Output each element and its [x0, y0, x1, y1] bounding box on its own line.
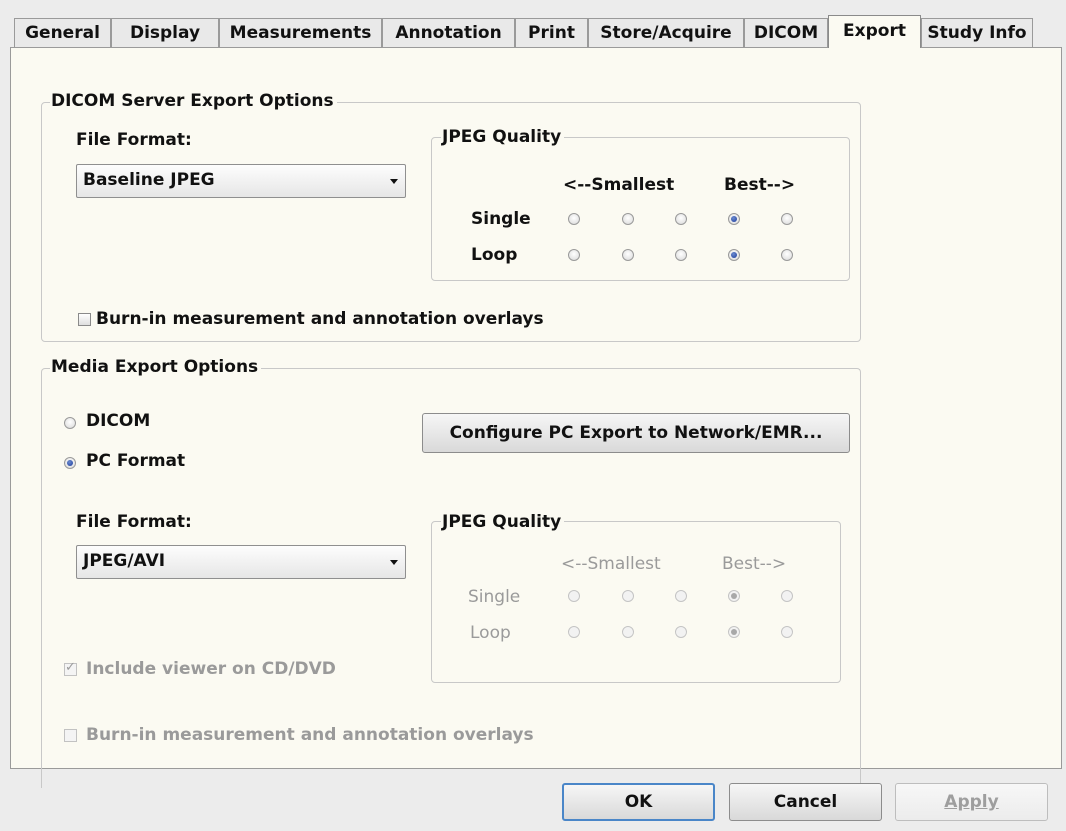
media-loop-quality-2-radio[interactable] [622, 626, 634, 638]
dicom-single-quality-4-radio[interactable] [728, 213, 740, 225]
media-single-quality-2-radio[interactable] [622, 590, 634, 602]
dicom-jpeg-single-label: Single [471, 209, 531, 229]
ok-button[interactable]: OK [562, 783, 715, 821]
media-pc-format-radio[interactable] [64, 457, 76, 469]
media-pc-format-label: PC Format [86, 451, 186, 471]
media-jpeg-smallest-label: <--Smallest [561, 554, 661, 574]
dicom-file-format-value: Baseline JPEG [83, 170, 215, 190]
media-burn-in-label: Burn-in measurement and annotation overl… [86, 725, 534, 745]
apply-button-label: Apply [944, 792, 999, 812]
media-jpeg-quality-title: JPEG Quality [441, 512, 565, 532]
tab-export[interactable]: Export [828, 15, 921, 48]
media-loop-quality-5-radio[interactable] [781, 626, 793, 638]
media-file-format-label: File Format: [76, 512, 192, 532]
media-single-quality-4-radio[interactable] [728, 590, 740, 602]
media-single-quality-5-radio[interactable] [781, 590, 793, 602]
dicom-single-quality-1-radio[interactable] [568, 213, 580, 225]
apply-button[interactable]: Apply [895, 783, 1048, 821]
dicom-file-format-label: File Format: [76, 130, 192, 150]
tab-store-acquire[interactable]: Store/Acquire [588, 18, 744, 47]
media-jpeg-loop-label: Loop [470, 623, 511, 643]
include-viewer-label: Include viewer on CD/DVD [86, 659, 336, 679]
cancel-button[interactable]: Cancel [729, 783, 882, 821]
media-loop-quality-3-radio[interactable] [675, 626, 687, 638]
tab-dicom[interactable]: DICOM [744, 18, 828, 47]
dicom-single-quality-3-radio[interactable] [675, 213, 687, 225]
tab-annotation[interactable]: Annotation [382, 18, 515, 47]
chevron-down-icon [390, 560, 398, 565]
media-export-title: Media Export Options [50, 357, 262, 377]
tab-print[interactable]: Print [515, 18, 588, 47]
chevron-down-icon [390, 179, 398, 184]
configure-pc-export-button[interactable]: Configure PC Export to Network/EMR... [422, 413, 850, 453]
media-dicom-label: DICOM [86, 411, 151, 431]
dicom-jpeg-smallest-label: <--Smallest [563, 175, 675, 195]
media-dicom-radio[interactable] [64, 417, 76, 429]
tab-strip: General Display Measurements Annotation … [14, 15, 1066, 48]
dicom-loop-quality-4-radio[interactable] [728, 249, 740, 261]
media-loop-quality-4-radio[interactable] [728, 626, 740, 638]
dicom-jpeg-quality-title: JPEG Quality [441, 127, 565, 147]
media-single-quality-3-radio[interactable] [675, 590, 687, 602]
dicom-loop-quality-1-radio[interactable] [568, 249, 580, 261]
media-file-format-select[interactable]: JPEG/AVI [76, 545, 406, 579]
dicom-loop-quality-2-radio[interactable] [622, 249, 634, 261]
tab-general[interactable]: General [14, 18, 111, 47]
media-file-format-value: JPEG/AVI [83, 551, 166, 571]
dicom-burn-in-checkbox[interactable] [78, 313, 91, 326]
media-jpeg-best-label: Best--> [722, 554, 787, 574]
dicom-single-quality-2-radio[interactable] [622, 213, 634, 225]
tab-display[interactable]: Display [111, 18, 219, 47]
include-viewer-checkbox[interactable] [64, 660, 77, 676]
media-jpeg-single-label: Single [468, 587, 521, 607]
dicom-file-format-select[interactable]: Baseline JPEG [76, 164, 406, 198]
dicom-loop-quality-5-radio[interactable] [781, 249, 793, 261]
dicom-jpeg-best-label: Best--> [724, 175, 796, 195]
dicom-server-export-title: DICOM Server Export Options [50, 91, 337, 111]
media-single-quality-1-radio[interactable] [568, 590, 580, 602]
tab-study-info[interactable]: Study Info [921, 18, 1033, 47]
dicom-burn-in-label: Burn-in measurement and annotation overl… [96, 309, 544, 329]
media-burn-in-checkbox[interactable] [64, 729, 77, 742]
dicom-single-quality-5-radio[interactable] [781, 213, 793, 225]
dicom-jpeg-loop-label: Loop [471, 245, 518, 265]
media-loop-quality-1-radio[interactable] [568, 626, 580, 638]
dicom-loop-quality-3-radio[interactable] [675, 249, 687, 261]
tab-measurements[interactable]: Measurements [219, 18, 382, 47]
